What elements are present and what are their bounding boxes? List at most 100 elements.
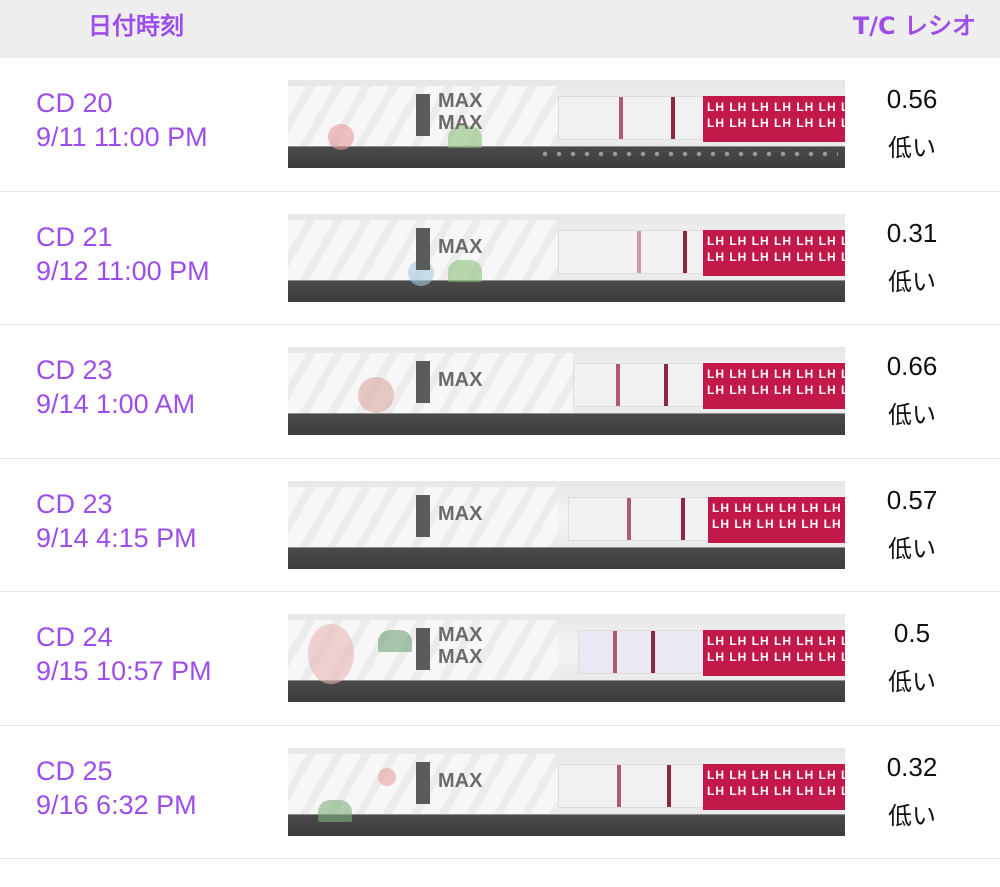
control-line (667, 764, 671, 807)
lh-text: LH LH LH LH LH LH LH LH LH LH LH LH LH L… (707, 100, 845, 114)
max-label: MAX (438, 236, 482, 258)
tc-ratio-value: 0.31 (886, 217, 938, 248)
decoration-shape (318, 799, 352, 822)
lh-band: LH LH LH LH LH LH LH LH LH LH LH LH LH L… (703, 763, 845, 810)
row-date: CD 24 9/15 10:57 PM (36, 620, 212, 688)
tc-ratio-value: 0.32 (886, 751, 938, 782)
level-label: 低い (888, 801, 936, 830)
test-strip-photo[interactable]: MAX LH LH LH LH LH LH LH LH LH LH LH LH … (288, 347, 845, 435)
max-text: MAX (438, 502, 483, 525)
tc-ratio-value: 0.5 (893, 618, 931, 648)
max-text: MAX (438, 369, 483, 391)
strip-wrapper (288, 353, 573, 413)
test-line (616, 364, 620, 406)
datetime: 9/11 11:00 PM (36, 122, 208, 152)
max-text: MAX (438, 235, 483, 258)
arrow-icon (416, 628, 430, 670)
row-date: CD 25 9/16 6:32 PM (36, 754, 197, 822)
max-label: MAX (438, 770, 482, 792)
test-line (617, 764, 621, 807)
max-text: MAX (438, 624, 483, 646)
lh-text: LH LH LH LH LH LH LH LH LH LH LH LH LH L… (707, 650, 845, 664)
decoration-shape (328, 124, 354, 150)
lh-band: LH LH LH LH LH LH LH LH LH LH LH LH LH L… (708, 496, 845, 543)
max-label: MAX (438, 369, 482, 391)
lh-text: LH LH LH LH LH LH LH LH LH LH LH LH LH L… (712, 516, 845, 531)
result-window (573, 363, 705, 407)
test-strip-photo[interactable]: MAX LH LH LH LH LH LH LH LH LH LH LH LH … (288, 480, 845, 569)
result-window (558, 229, 705, 274)
test-line (627, 497, 631, 540)
ratio-column-header[interactable]: T/C レシオ (853, 10, 976, 42)
row-date: CD 23 9/14 4:15 PM (36, 487, 197, 555)
level-label: 低い (888, 267, 936, 296)
cycle-day: CD 23 (36, 355, 113, 385)
cycle-day: CD 21 (36, 221, 113, 252)
control-line (651, 631, 655, 673)
table-row[interactable]: CD 21 9/12 11:00 PM MAX LH LH LH LH LH L… (0, 192, 1000, 325)
decoration-shape (378, 767, 396, 786)
cycle-day: CD 23 (36, 488, 113, 519)
table-row[interactable]: CD 23 9/14 4:15 PM MAX LH LH LH LH LH LH… (0, 459, 1000, 592)
lh-text: LH LH LH LH LH LH LH LH LH LH LH LH LH L… (707, 249, 845, 264)
max-text: MAX (438, 112, 483, 134)
test-result-list: CD 20 9/11 11:00 PM MAX MAX LH LH LH LH L… (0, 58, 1000, 859)
table-row[interactable]: CD 25 9/16 6:32 PM MAX LH LH LH LH LH LH… (0, 726, 1000, 859)
lh-text: LH LH LH LH LH LH LH LH LH LH LH LH LH L… (712, 500, 845, 515)
lh-band: LH LH LH LH LH LH LH LH LH LH LH LH LH L… (703, 229, 845, 276)
control-line (681, 497, 685, 540)
lh-text: LH LH LH LH LH LH LH LH LH LH LH LH LH L… (707, 383, 845, 397)
control-line (664, 364, 668, 406)
result-window (578, 630, 705, 674)
lh-text: LH LH LH LH LH LH LH LH LH LH LH LH LH L… (707, 116, 845, 130)
lh-text: LH LH LH LH LH LH LH LH LH LH LH LH LH L… (707, 767, 845, 782)
result-window (568, 496, 710, 541)
datetime: 9/15 10:57 PM (36, 656, 212, 686)
arrow-icon (416, 761, 430, 804)
lh-text: LH LH LH LH LH LH LH LH LH LH LH LH LH L… (707, 367, 845, 381)
arrow-icon (416, 94, 430, 136)
lh-text: LH LH LH LH LH LH LH LH LH LH LH LH LH L… (707, 233, 845, 248)
max-label: MAX (438, 503, 482, 525)
test-strip-photo[interactable]: MAX LH LH LH LH LH LH LH LH LH LH LH LH … (288, 747, 845, 836)
test-line (637, 230, 641, 273)
cycle-day: CD 24 (36, 622, 113, 652)
tc-ratio-value: 0.57 (886, 484, 938, 515)
tc-ratio-value: 0.66 (886, 351, 938, 381)
lh-band: LH LH LH LH LH LH LH LH LH LH LH LH LH L… (703, 630, 845, 676)
level-label: 低い (888, 668, 936, 696)
test-line (613, 631, 617, 673)
test-strip-photo[interactable]: MAX MAX LH LH LH LH LH LH LH LH LH LH LH … (288, 80, 845, 168)
max-text: MAX (438, 646, 483, 668)
table-row[interactable]: CD 23 9/14 1:00 AM MAX LH LH LH LH LH LH… (0, 325, 1000, 459)
strip-dots (538, 150, 838, 158)
max-label: MAX MAX (438, 90, 482, 134)
datetime: 9/16 6:32 PM (36, 789, 197, 820)
max-label: MAX MAX (438, 624, 482, 668)
test-strip-photo[interactable]: MAX LH LH LH LH LH LH LH LH LH LH LH LH … (288, 213, 845, 302)
datetime: 9/14 1:00 AM (36, 389, 196, 419)
table-header: 日付時刻 T/C レシオ (0, 0, 1000, 58)
cycle-day: CD 20 (36, 88, 113, 118)
table-row[interactable]: CD 20 9/11 11:00 PM MAX MAX LH LH LH LH L… (0, 58, 1000, 192)
decoration-shape (378, 630, 412, 652)
table-row[interactable]: CD 24 9/15 10:57 PM MAX MAX LH LH LH LH L… (0, 592, 1000, 726)
row-date: CD 23 9/14 1:00 AM (36, 353, 195, 421)
lh-text: LH LH LH LH LH LH LH LH LH LH LH LH LH L… (707, 783, 845, 798)
level-label: 低い (888, 134, 936, 162)
level-label: 低い (888, 401, 936, 429)
level-label: 低い (888, 534, 936, 563)
result-window (558, 96, 705, 140)
lh-text: LH LH LH LH LH LH LH LH LH LH LH LH LH L… (707, 634, 845, 648)
result-window (558, 763, 705, 808)
datetime: 9/14 4:15 PM (36, 522, 197, 553)
max-text: MAX (438, 769, 483, 792)
control-line (671, 97, 675, 139)
test-strip-photo[interactable]: MAX MAX LH LH LH LH LH LH LH LH LH LH LH … (288, 614, 845, 702)
arrow-icon (416, 361, 430, 403)
arrow-icon (416, 227, 430, 270)
row-date: CD 21 9/12 11:00 PM (36, 220, 210, 288)
decoration-shape (448, 259, 482, 282)
date-column-header[interactable]: 日付時刻 (88, 10, 184, 42)
max-text: MAX (438, 90, 483, 112)
